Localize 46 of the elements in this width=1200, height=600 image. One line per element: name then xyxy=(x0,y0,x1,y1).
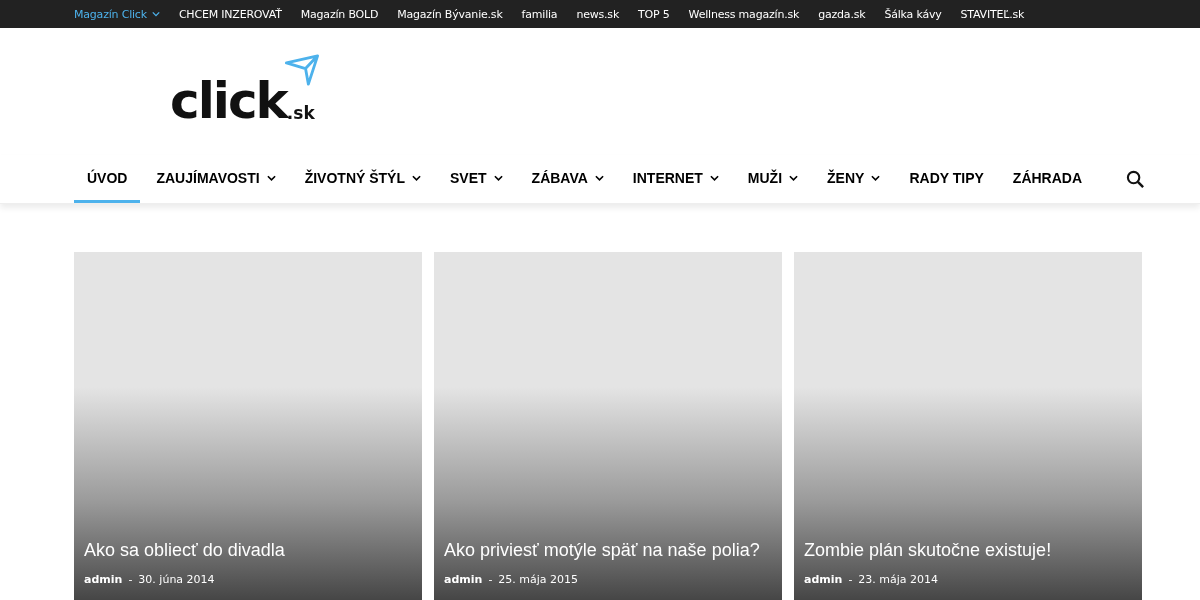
article-date: 30. júna 2014 xyxy=(138,573,215,586)
nav-menu-item[interactable]: INTERNET xyxy=(619,155,732,203)
top-bar-link[interactable]: STAVITEĽ.sk xyxy=(960,7,1025,21)
article-title[interactable]: Zombie plán skutočne existuje! xyxy=(804,540,1052,561)
top-bar-link[interactable]: news.sk xyxy=(576,7,620,21)
top-bar-link[interactable]: Magazín Click xyxy=(74,7,160,21)
article-card[interactable]: Ako priviesť motýle späť na naše polia? admin - 25. mája 2015 xyxy=(434,252,782,600)
article-author[interactable]: admin xyxy=(804,573,843,586)
chevron-down-icon xyxy=(709,174,719,181)
article-date: 25. mája 2015 xyxy=(498,573,579,586)
chevron-down-icon xyxy=(871,174,881,181)
article-title[interactable]: Ako sa obliecť do divadla xyxy=(84,540,285,561)
site-logo[interactable]: click.sk xyxy=(170,53,319,126)
meta-separator: - xyxy=(848,573,853,586)
nav-menu-item[interactable]: ŽIVOTNÝ ŠTÝL xyxy=(291,155,434,203)
article-author[interactable]: admin xyxy=(444,573,483,586)
top-bar-link[interactable]: TOP 5 xyxy=(638,7,670,21)
nav-menu-item[interactable]: ZAUJÍMAVOSTI xyxy=(143,155,289,203)
chevron-down-icon xyxy=(493,174,503,181)
chevron-down-icon xyxy=(594,174,604,181)
nav-menu-item[interactable]: ZÁBAVA xyxy=(518,155,617,203)
top-bar-link[interactable]: CHCEM INZEROVAŤ xyxy=(178,7,282,21)
nav-menu-item[interactable]: ÚVOD xyxy=(74,155,141,203)
article-card[interactable]: Ako sa obliecť do divadla admin - 30. júna 2014 xyxy=(74,252,422,600)
top-bar-link[interactable]: gazda.sk xyxy=(818,7,866,21)
top-bar-link[interactable]: familia xyxy=(521,7,558,21)
nav-menu-item[interactable]: ŽENY xyxy=(814,155,894,203)
article-card[interactable]: Zombie plán skutočne existuje! admin - 23. mája 2014 xyxy=(794,252,1142,600)
nav-menu-item[interactable]: ZÁHRADA xyxy=(999,155,1096,203)
chevron-down-icon xyxy=(151,11,160,17)
article-title[interactable]: Ako priviesť motýle späť na naše polia? xyxy=(444,540,760,561)
search-icon[interactable] xyxy=(1126,169,1146,189)
top-bar-link[interactable]: Magazín Bývanie.sk xyxy=(397,7,503,21)
article-author[interactable]: admin xyxy=(84,573,123,586)
nav-menu-item[interactable]: MUŽI xyxy=(734,155,812,203)
chevron-down-icon xyxy=(266,174,276,181)
top-bar-link[interactable]: Šálka kávy xyxy=(884,7,942,21)
article-date: 23. mája 2014 xyxy=(858,573,939,586)
chevron-down-icon xyxy=(412,174,421,181)
top-bar-link[interactable]: Wellness magazín.sk xyxy=(688,7,800,21)
nav-menu-item[interactable]: RADY TIPY xyxy=(896,155,997,203)
meta-separator: - xyxy=(488,573,493,586)
meta-separator: - xyxy=(128,573,133,586)
nav-menu-item[interactable]: SVET xyxy=(437,155,516,203)
chevron-down-icon xyxy=(789,174,799,181)
top-bar-link[interactable]: Magazín BOLD xyxy=(300,7,379,21)
